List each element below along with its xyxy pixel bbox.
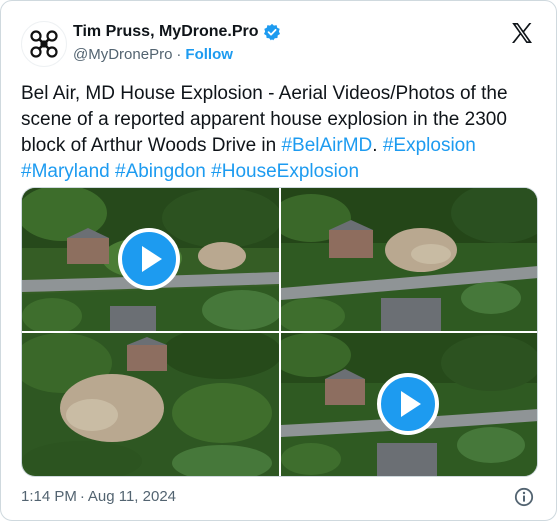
media-grid (21, 187, 538, 477)
drone-icon (30, 30, 58, 58)
author-name-row[interactable]: Tim Pruss, MyDrone.Pro (73, 22, 281, 42)
hashtag-belairmd[interactable]: #BelAirMD (281, 135, 372, 156)
tweet-timestamp[interactable]: 1:14 PM · Aug 11, 2024 (21, 487, 176, 507)
author-name[interactable]: Tim Pruss, MyDrone.Pro (73, 22, 259, 42)
tweet-text: Bel Air, MD House Explosion - Aerial Vid… (21, 81, 541, 185)
play-button[interactable] (377, 373, 439, 435)
aerial-scene-image (281, 188, 537, 331)
follow-button[interactable]: Follow (185, 46, 233, 63)
tweet-date: Aug 11, 2024 (87, 488, 177, 505)
aerial-scene-image (22, 333, 279, 476)
media-video-1[interactable] (22, 188, 279, 331)
hashtag-houseexplosion[interactable]: #HouseExplosion (211, 161, 359, 182)
avatar[interactable] (21, 21, 67, 67)
play-button[interactable] (118, 228, 180, 290)
tweet-time: 1:14 PM (21, 488, 77, 505)
hashtag-abingdon[interactable]: #Abingdon (115, 161, 206, 182)
verified-badge-icon (263, 23, 280, 41)
play-icon (142, 246, 162, 272)
media-photo-2[interactable] (281, 188, 537, 331)
tweet-text-period: . (372, 135, 378, 156)
hashtag-explosion[interactable]: #Explosion (383, 135, 476, 156)
author-handle[interactable]: @MyDronePro (73, 46, 172, 63)
media-video-4[interactable] (281, 333, 537, 476)
info-icon[interactable] (514, 487, 534, 507)
tweet-card: Tim Pruss, MyDrone.Pro @MyDronePro · Follo… (0, 0, 557, 521)
play-icon (401, 391, 421, 417)
footer-separator: · (79, 488, 85, 505)
media-photo-3[interactable] (22, 333, 279, 476)
handle-separator: · (176, 46, 182, 63)
hashtag-maryland[interactable]: #Maryland (21, 161, 110, 182)
x-logo-icon[interactable] (510, 21, 534, 45)
author-handle-row: @MyDronePro · Follow (73, 45, 233, 65)
